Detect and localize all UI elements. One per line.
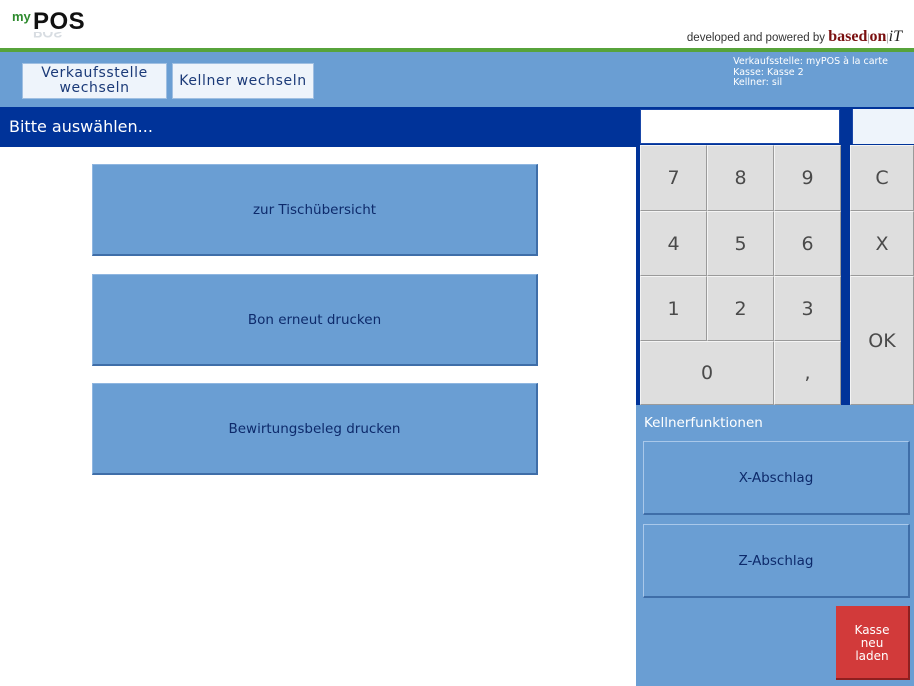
key-7[interactable]: 7	[640, 145, 707, 211]
key-0[interactable]: 0	[640, 341, 774, 405]
reload-register-button[interactable]: Kasse neu laden	[836, 606, 910, 680]
key-1[interactable]: 1	[640, 276, 707, 341]
key-2[interactable]: 2	[707, 276, 774, 341]
x-report-button[interactable]: X-Abschlag	[643, 441, 910, 515]
key-clear[interactable]: C	[850, 145, 914, 211]
key-5[interactable]: 5	[707, 211, 774, 276]
z-report-button[interactable]: Z-Abschlag	[643, 524, 910, 598]
change-waiter-button[interactable]: Kellner wechseln	[172, 63, 314, 99]
change-store-button[interactable]: Verkaufsstelle wechseln	[22, 63, 167, 99]
table-overview-button[interactable]: zur Tischübersicht	[92, 164, 538, 256]
based-on-it-logo: based|on|iT	[828, 28, 902, 45]
powered-by: developed and powered by based|on|iT	[687, 28, 902, 46]
logo-prefix: my	[12, 9, 31, 24]
session-info: Verkaufsstelle: myPOS à la carte Kasse: …	[733, 56, 888, 89]
key-8[interactable]: 8	[707, 145, 774, 211]
page-title: Bitte auswählen...	[0, 107, 636, 147]
key-cancel[interactable]: X	[850, 211, 914, 276]
print-entertainment-receipt-button[interactable]: Bewirtungsbeleg drucken	[92, 383, 538, 475]
logo-reflection: POS	[33, 32, 63, 41]
reprint-receipt-button[interactable]: Bon erneut drucken	[92, 274, 538, 366]
key-3[interactable]: 3	[774, 276, 841, 341]
key-4[interactable]: 4	[640, 211, 707, 276]
key-9[interactable]: 9	[774, 145, 841, 211]
key-6[interactable]: 6	[774, 211, 841, 276]
toolbar: Verkaufsstelle wechseln Kellner wechseln…	[0, 52, 914, 107]
numpad-display[interactable]	[640, 109, 840, 144]
key-ok[interactable]: OK	[850, 276, 914, 405]
mypos-logo: my POS POS	[12, 6, 122, 41]
info-store: Verkaufsstelle: myPOS à la carte	[733, 56, 888, 67]
info-waiter: Kellner: sil	[733, 77, 783, 88]
waiter-functions-title: Kellnerfunktionen	[644, 415, 763, 431]
powered-by-text: developed and powered by	[686, 32, 826, 44]
key-comma[interactable]: ,	[774, 341, 841, 405]
numpad-side-field	[852, 109, 914, 144]
